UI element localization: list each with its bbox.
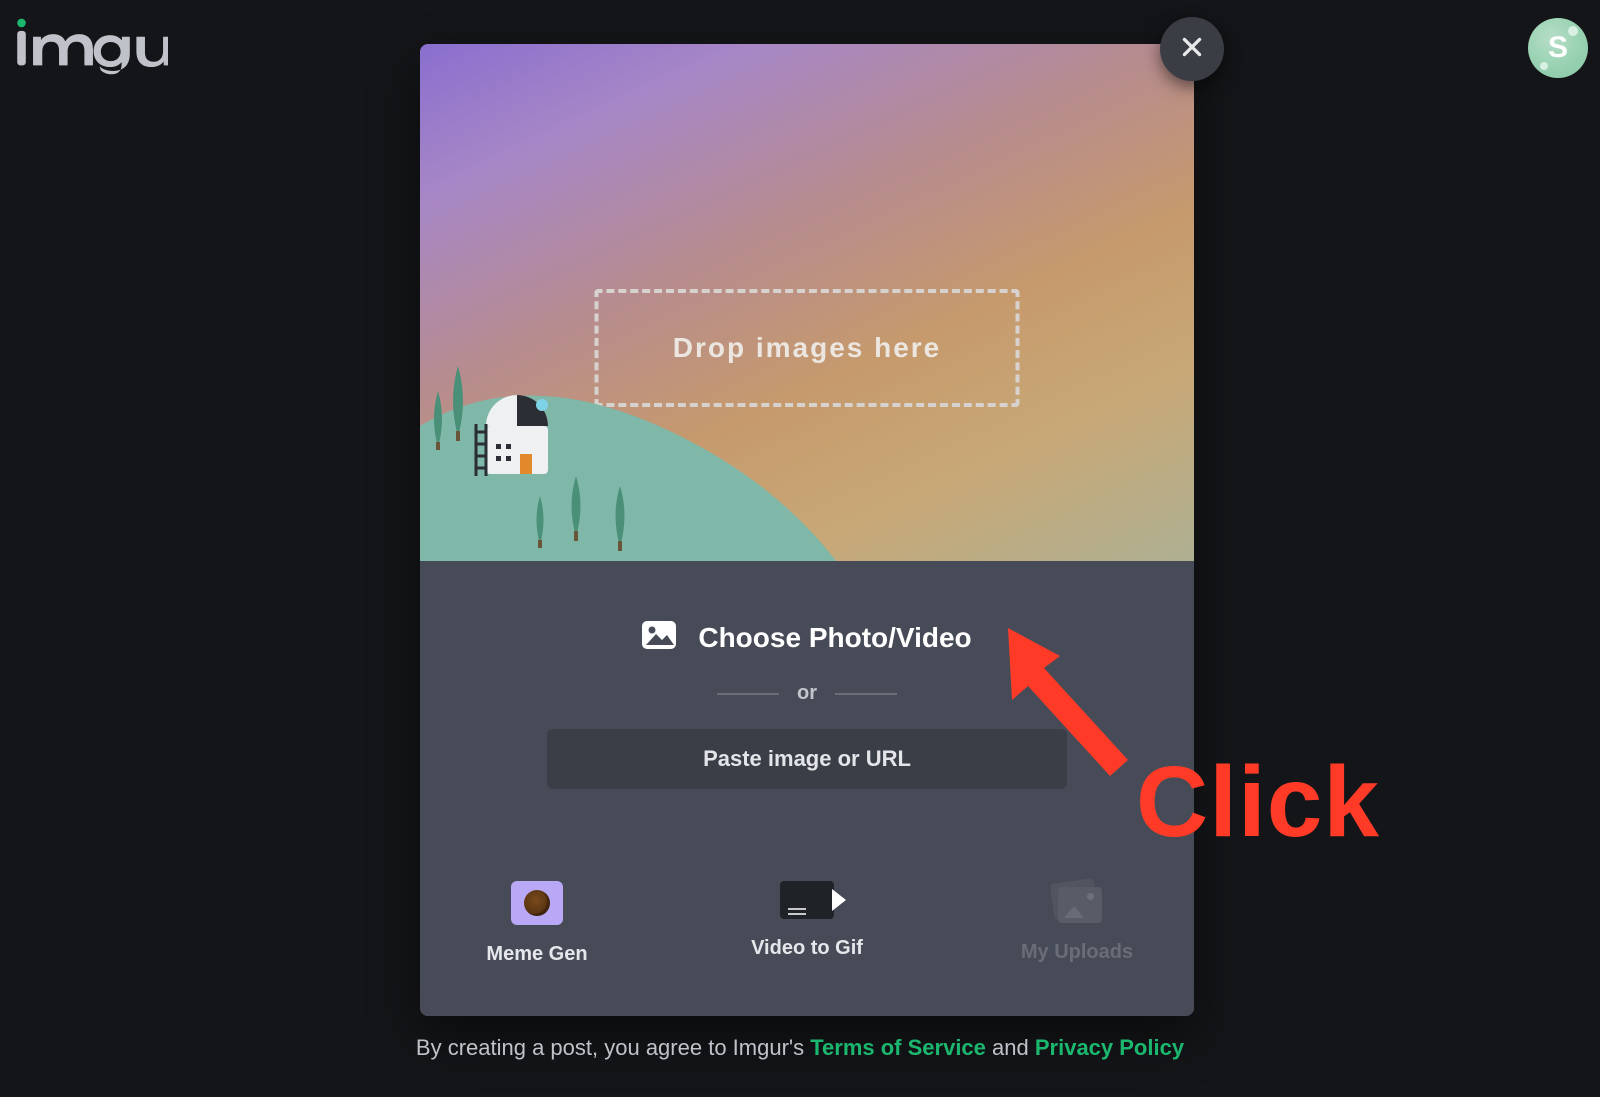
hero-illustration xyxy=(420,306,840,561)
choose-file-label: Choose Photo/Video xyxy=(698,622,971,654)
gallery-icon xyxy=(1052,881,1102,923)
meme-gen-button[interactable]: Meme Gen xyxy=(472,881,602,966)
footer-prefix: By creating a post, you agree to Imgur's xyxy=(416,1035,810,1060)
user-avatar[interactable]: S xyxy=(1528,18,1588,78)
video-to-gif-label: Video to Gif xyxy=(751,937,863,960)
footer-legal: By creating a post, you agree to Imgur's… xyxy=(416,1035,1184,1061)
my-uploads-button[interactable]: My Uploads xyxy=(1012,881,1142,966)
footer-and: and xyxy=(992,1035,1035,1060)
upload-modal: Drop images here xyxy=(420,44,1194,1016)
image-icon xyxy=(642,621,676,654)
or-divider: or xyxy=(470,682,1144,705)
or-label: or xyxy=(797,682,817,705)
privacy-link[interactable]: Privacy Policy xyxy=(1035,1035,1184,1060)
my-uploads-label: My Uploads xyxy=(1021,941,1133,964)
meme-gen-label: Meme Gen xyxy=(486,943,587,966)
meme-icon xyxy=(511,881,563,925)
close-button[interactable] xyxy=(1160,17,1224,81)
close-icon xyxy=(1179,34,1205,65)
imgur-logo[interactable] xyxy=(10,14,168,81)
terms-link[interactable]: Terms of Service xyxy=(810,1035,986,1060)
avatar-initial: S xyxy=(1548,31,1568,65)
paste-url-input[interactable] xyxy=(547,729,1067,789)
video-icon xyxy=(780,881,834,919)
video-to-gif-button[interactable]: Video to Gif xyxy=(742,881,872,966)
hero-area: Drop images here xyxy=(420,44,1194,561)
choose-file-button[interactable]: Choose Photo/Video xyxy=(642,621,971,654)
